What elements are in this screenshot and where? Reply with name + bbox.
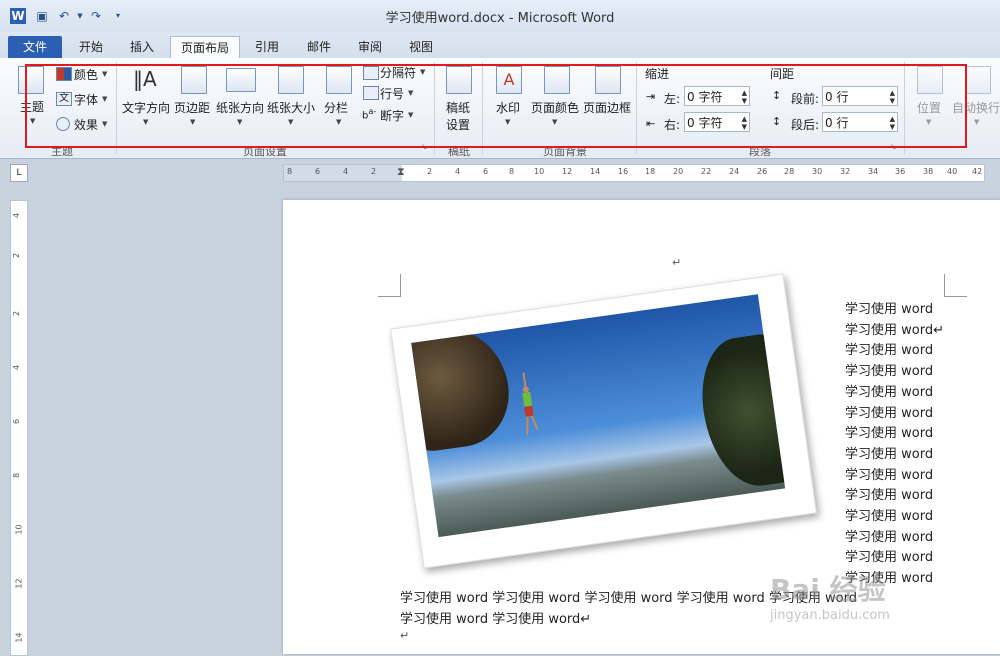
ruler-tick: 10: [534, 167, 545, 176]
ruler-tick: 2: [371, 167, 377, 176]
paragraph-mark: ↵: [400, 629, 410, 642]
window-title: 学习使用word.docx - Microsoft Word: [385, 11, 615, 26]
ribbon-tab-bar: 文件 开始 插入 页面布局 引用 邮件 审阅 视图: [0, 32, 1000, 59]
ruler-tick: 8: [287, 167, 293, 176]
right-column-line[interactable]: 学习使用 word: [845, 546, 933, 565]
ruler-tick: 16: [618, 167, 629, 176]
right-column-line[interactable]: 学习使用 word: [845, 464, 933, 483]
watermark-url: jingyan.baidu.com: [770, 608, 890, 623]
ruler-tick: 22: [701, 167, 712, 176]
annotation-highlight-box: [25, 64, 967, 148]
tab-stop-selector[interactable]: L: [10, 164, 28, 182]
crop-mark: [378, 274, 401, 297]
right-column-line[interactable]: 学习使用 word: [845, 402, 933, 421]
tab-view[interactable]: 视图: [399, 36, 443, 58]
right-column-line[interactable]: 学习使用 word↵: [845, 319, 944, 338]
ruler-tick: 4: [12, 364, 22, 371]
title-bar: W ▣ ↶ ▼ ↷ ▾ 学习使用word.docx - Microsoft Wo…: [0, 0, 1000, 32]
paragraph-mark: ↵: [672, 256, 682, 269]
vertical-ruler[interactable]: 4 2 2 4 6 8 10 12 14: [10, 200, 28, 656]
watermark-logo-text: Bai 经验: [770, 573, 886, 606]
indent-marker-icon[interactable]: ⧗: [397, 165, 405, 179]
right-column-line[interactable]: 学习使用 word: [845, 339, 933, 358]
ruler-tick: 26: [757, 167, 768, 176]
ruler-tick: 38: [923, 167, 934, 176]
ruler-tick: 18: [645, 167, 656, 176]
ruler-tick: 32: [840, 167, 851, 176]
right-column-line[interactable]: 学习使用 word: [845, 526, 933, 545]
ruler-tick: 6: [12, 418, 22, 425]
ruler-tick: 4: [343, 167, 349, 176]
ruler-tick: 34: [868, 167, 879, 176]
right-column-line[interactable]: 学习使用 word: [845, 443, 933, 462]
right-column-line[interactable]: 学习使用 word: [845, 360, 933, 379]
climber-photo: [411, 294, 786, 538]
ruler-tick: 24: [729, 167, 740, 176]
wrap-text-dropdown-icon[interactable]: ▼: [974, 118, 979, 126]
right-column-line[interactable]: 学习使用 word: [845, 381, 933, 400]
tab-home[interactable]: 开始: [70, 36, 112, 58]
tab-file[interactable]: 文件: [8, 36, 62, 58]
rock-cliff: [411, 320, 516, 455]
ruler-tick: 8: [509, 167, 515, 176]
ruler-tick: 4: [12, 212, 22, 219]
crop-mark: [944, 274, 967, 297]
body-text-line-2[interactable]: 学习使用 word 学习使用 word↵: [400, 608, 591, 627]
ruler-tick: 8: [12, 472, 22, 479]
ruler-tick: 12: [14, 578, 24, 589]
baidu-watermark: Bai 经验 jingyan.baidu.com: [770, 568, 950, 638]
ruler-tick: 42: [972, 167, 983, 176]
ruler-tick: 4: [455, 167, 461, 176]
climber-figure: [522, 372, 539, 435]
ruler-tick: 6: [315, 167, 321, 176]
ruler-tick: 10: [14, 524, 24, 535]
ruler-tick: 28: [784, 167, 795, 176]
ruler-tick: 14: [590, 167, 601, 176]
ruler-tick: 6: [483, 167, 489, 176]
ruler-tick: 2: [427, 167, 433, 176]
right-column-line[interactable]: 学习使用 word: [845, 484, 933, 503]
ruler-tick: 2: [12, 252, 22, 259]
ruler-tick: 30: [812, 167, 823, 176]
ruler-tick: 40: [947, 167, 958, 176]
ruler-tick: 2: [12, 310, 22, 317]
horizontal-ruler[interactable]: ⧗ 8 6 4 2 2 4 6 8 10 12 14 16 18 20 22 2…: [283, 164, 985, 182]
tab-review[interactable]: 审阅: [348, 36, 392, 58]
tab-references[interactable]: 引用: [246, 36, 288, 58]
ruler-tick: 20: [673, 167, 684, 176]
ruler-tick: 12: [562, 167, 573, 176]
right-column-line[interactable]: 学习使用 word: [845, 298, 933, 317]
tab-insert[interactable]: 插入: [120, 36, 164, 58]
right-column-line[interactable]: 学习使用 word: [845, 505, 933, 524]
right-column-line[interactable]: 学习使用 word: [845, 422, 933, 441]
tree: [694, 331, 786, 493]
tab-page-layout[interactable]: 页面布局: [170, 36, 240, 59]
ruler-tick: 36: [895, 167, 906, 176]
wrap-text-icon: [965, 66, 991, 94]
tab-mailings[interactable]: 邮件: [297, 36, 341, 58]
ruler-tick: 14: [14, 632, 24, 643]
